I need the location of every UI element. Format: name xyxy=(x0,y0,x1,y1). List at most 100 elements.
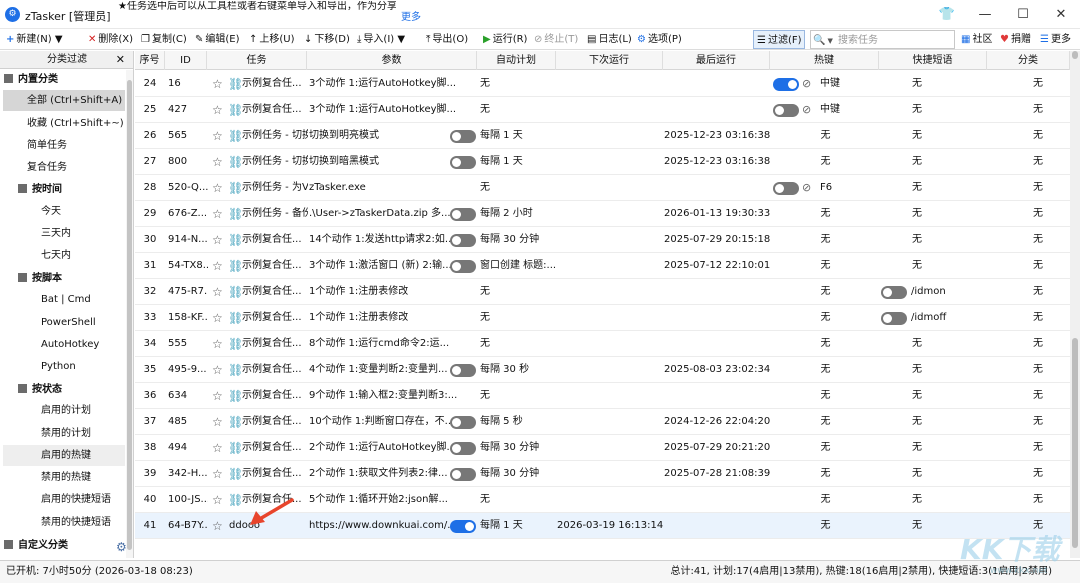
stop-button[interactable]: ⊘ 终止(T) xyxy=(534,29,578,50)
plan-toggle[interactable] xyxy=(450,364,476,377)
collapse-icon[interactable] xyxy=(18,384,27,393)
sidebar-item-powershell[interactable]: PowerShell xyxy=(3,312,125,333)
move-up-button[interactable]: ↑ 上移(U) xyxy=(249,29,295,50)
chevron-down-icon[interactable]: ▼ xyxy=(827,31,832,52)
plan-toggle[interactable] xyxy=(450,234,476,247)
sidebar-item-seven-days[interactable]: 七天内 xyxy=(3,245,125,266)
star-icon[interactable]: ☆ xyxy=(212,234,223,246)
table-row[interactable]: 32 475-R7... ☆ ⛓示例复合任... 1个动作 1:注册表修改 无 无/idmo… xyxy=(135,279,1070,305)
star-icon[interactable]: ☆ xyxy=(212,182,223,194)
table-row[interactable]: 36 634 ☆ ⛓ 示例复合任... 9个动作 1:输入框2:变量判断3:... 无无无无 xyxy=(135,383,1070,409)
collapse-icon[interactable] xyxy=(4,540,13,549)
star-icon[interactable]: ☆ xyxy=(212,442,223,454)
table-row[interactable]: 31 54-TX8... ☆ ⛓ 示例复合任... 3个动作 1:激活窗口 (新) 2:输… xyxy=(135,253,1070,279)
sidebar-item-three-days[interactable]: 三天内 xyxy=(3,223,125,244)
close-icon[interactable]: ✕ xyxy=(116,51,125,69)
plan-toggle[interactable] xyxy=(450,468,476,481)
sidebar-item-hotkey-off[interactable]: 禁用的热键 xyxy=(3,467,125,488)
header-col-plan[interactable]: 自动计划 xyxy=(477,51,556,70)
minimize-icon[interactable]: — xyxy=(966,0,1004,29)
chevron-down-icon[interactable]: ▼ xyxy=(397,29,405,50)
sidebar-scrollbar[interactable] xyxy=(126,70,133,558)
sidebar-item-phrase-off[interactable]: 禁用的快捷短语 xyxy=(3,512,125,533)
table-row[interactable]: 37 485 ☆ ⛓ 示例复合任... 10个动作 1:判断窗口存在，不... 每隔 5 秒… xyxy=(135,409,1070,435)
hotkey-toggle[interactable] xyxy=(773,104,799,117)
table-row[interactable]: 25 427 ☆ ⛓ 示例复合任... 3个动作 1:运行AutoHotkey脚... 无 ⊘… xyxy=(135,97,1070,123)
scroll-up-arrow[interactable] xyxy=(1072,51,1078,59)
hotkey-toggle[interactable] xyxy=(773,182,799,195)
collapse-icon[interactable] xyxy=(18,184,27,193)
sidebar-item-simple[interactable]: 简单任务 xyxy=(3,135,125,156)
star-icon[interactable]: ☆ xyxy=(212,494,223,506)
plan-toggle[interactable] xyxy=(450,416,476,429)
hotkey-toggle[interactable] xyxy=(773,78,799,91)
plan-toggle[interactable] xyxy=(450,156,476,169)
star-icon[interactable]: ☆ xyxy=(212,338,223,350)
search-input[interactable]: 🔍 ▼ 搜索任务 xyxy=(810,30,955,49)
table-row[interactable]: 35 495-9... ☆ ⛓ 示例复合任... 4个动作 1:变量判断2:变量判... 每… xyxy=(135,357,1070,383)
table-row[interactable]: 34 555 ☆ ⛓ 示例复合任... 8个动作 1:运行cmd命令2:运... 无无无无 xyxy=(135,331,1070,357)
phrase-toggle[interactable] xyxy=(881,286,907,299)
sidebar-item-favorite[interactable]: 收藏 (Ctrl+Shift+~) xyxy=(3,113,125,134)
group-builtin[interactable]: 内置分类 xyxy=(4,71,58,89)
scrollbar-thumb[interactable] xyxy=(127,80,132,550)
sidebar-item-python[interactable]: Python xyxy=(3,356,125,377)
collapse-icon[interactable] xyxy=(4,74,13,83)
sidebar-item-phrase-on[interactable]: 启用的快捷短语 xyxy=(3,489,125,510)
community-button[interactable]: ▦ 社区 xyxy=(961,29,992,50)
star-icon[interactable]: ☆ xyxy=(212,286,223,298)
plan-toggle[interactable] xyxy=(450,520,476,533)
run-button[interactable]: ▶ 运行(R) xyxy=(483,29,527,50)
group-state[interactable]: 按状态 xyxy=(18,381,62,399)
more-button[interactable]: ☰ 更多 xyxy=(1040,29,1071,50)
plan-toggle[interactable] xyxy=(450,260,476,273)
filter-button[interactable]: ☰ 过滤(F) xyxy=(753,30,805,49)
clear-hotkey-icon[interactable]: ⊘ xyxy=(802,103,811,117)
group-custom[interactable]: 自定义分类 xyxy=(4,537,68,555)
clear-hotkey-icon[interactable]: ⊘ xyxy=(802,181,811,195)
header-col-hotkey[interactable]: 热键 xyxy=(770,51,879,70)
table-row[interactable]: 24 16 ☆ ⛓ 示例复合任... 3个动作 1:运行AutoHotkey脚... 无 ⊘ 中… xyxy=(135,71,1070,97)
sidebar-item-bat[interactable]: Bat | Cmd xyxy=(3,289,125,310)
delete-button[interactable]: ✕ 删除(X) xyxy=(88,29,133,50)
star-icon[interactable]: ☆ xyxy=(212,78,223,90)
new-button[interactable]: + 新建(N) ▼ xyxy=(6,29,65,50)
import-button[interactable]: ⤓ 导入(I) ▼ xyxy=(357,29,407,50)
donate-button[interactable]: ♥ 捐赠 xyxy=(1000,29,1031,50)
table-scrollbar[interactable] xyxy=(1070,51,1080,558)
star-icon[interactable]: ☆ xyxy=(212,260,223,272)
tip-more-link[interactable]: 更多 xyxy=(401,8,421,23)
chevron-down-icon[interactable]: ▼ xyxy=(55,29,63,50)
star-icon[interactable]: ☆ xyxy=(212,390,223,402)
table-row[interactable]: 33 158-KF... ☆ ⛓ 示例复合任... 1个动作 1:注册表修改 无 无/idmo… xyxy=(135,305,1070,331)
collapse-icon[interactable] xyxy=(18,273,27,282)
star-icon[interactable]: ☆ xyxy=(212,520,223,532)
group-time[interactable]: 按时间 xyxy=(18,181,62,199)
copy-button[interactable]: ❐ 复制(C) xyxy=(141,29,187,50)
group-script[interactable]: 按脚本 xyxy=(18,270,62,288)
plan-toggle[interactable] xyxy=(450,442,476,455)
header-col-phrase[interactable]: 快捷短语 xyxy=(879,51,987,70)
sidebar-item-hotkey-on[interactable]: 启用的热键 xyxy=(3,445,125,466)
star-icon[interactable]: ☆ xyxy=(212,416,223,428)
phrase-toggle[interactable] xyxy=(881,312,907,325)
options-button[interactable]: ⚙ 选项(P) xyxy=(637,29,682,50)
table-row[interactable]: 27800☆⛓示例任务 - 切换...切换到暗黑模式每隔 1 天2025-12-… xyxy=(135,149,1070,175)
header-col-param[interactable]: 参数 xyxy=(307,51,477,70)
star-icon[interactable]: ☆ xyxy=(212,364,223,376)
star-icon[interactable]: ☆ xyxy=(212,104,223,116)
star-icon[interactable]: ☆ xyxy=(212,208,223,220)
header-col-last[interactable]: 最后运行 xyxy=(663,51,770,70)
sidebar-item-all[interactable]: 全部 (Ctrl+Shift+A) xyxy=(3,90,125,111)
plan-toggle[interactable] xyxy=(450,130,476,143)
star-icon[interactable]: ☆ xyxy=(212,156,223,168)
header-col-next[interactable]: 下次运行 xyxy=(556,51,663,70)
move-down-button[interactable]: ↓ 下移(D) xyxy=(304,29,350,50)
table-row[interactable]: 29676-Z...☆⛓示例任务 - 备份....\User->zTaskerD… xyxy=(135,201,1070,227)
sidebar-item-plan-on[interactable]: 启用的计划 xyxy=(3,400,125,421)
edit-button[interactable]: ✎ 编辑(E) xyxy=(195,29,240,50)
plan-toggle[interactable] xyxy=(450,208,476,221)
star-icon[interactable]: ☆ xyxy=(212,468,223,480)
sidebar-item-compound[interactable]: 复合任务 xyxy=(3,157,125,178)
export-button[interactable]: ⤒ 导出(O) xyxy=(426,29,468,50)
